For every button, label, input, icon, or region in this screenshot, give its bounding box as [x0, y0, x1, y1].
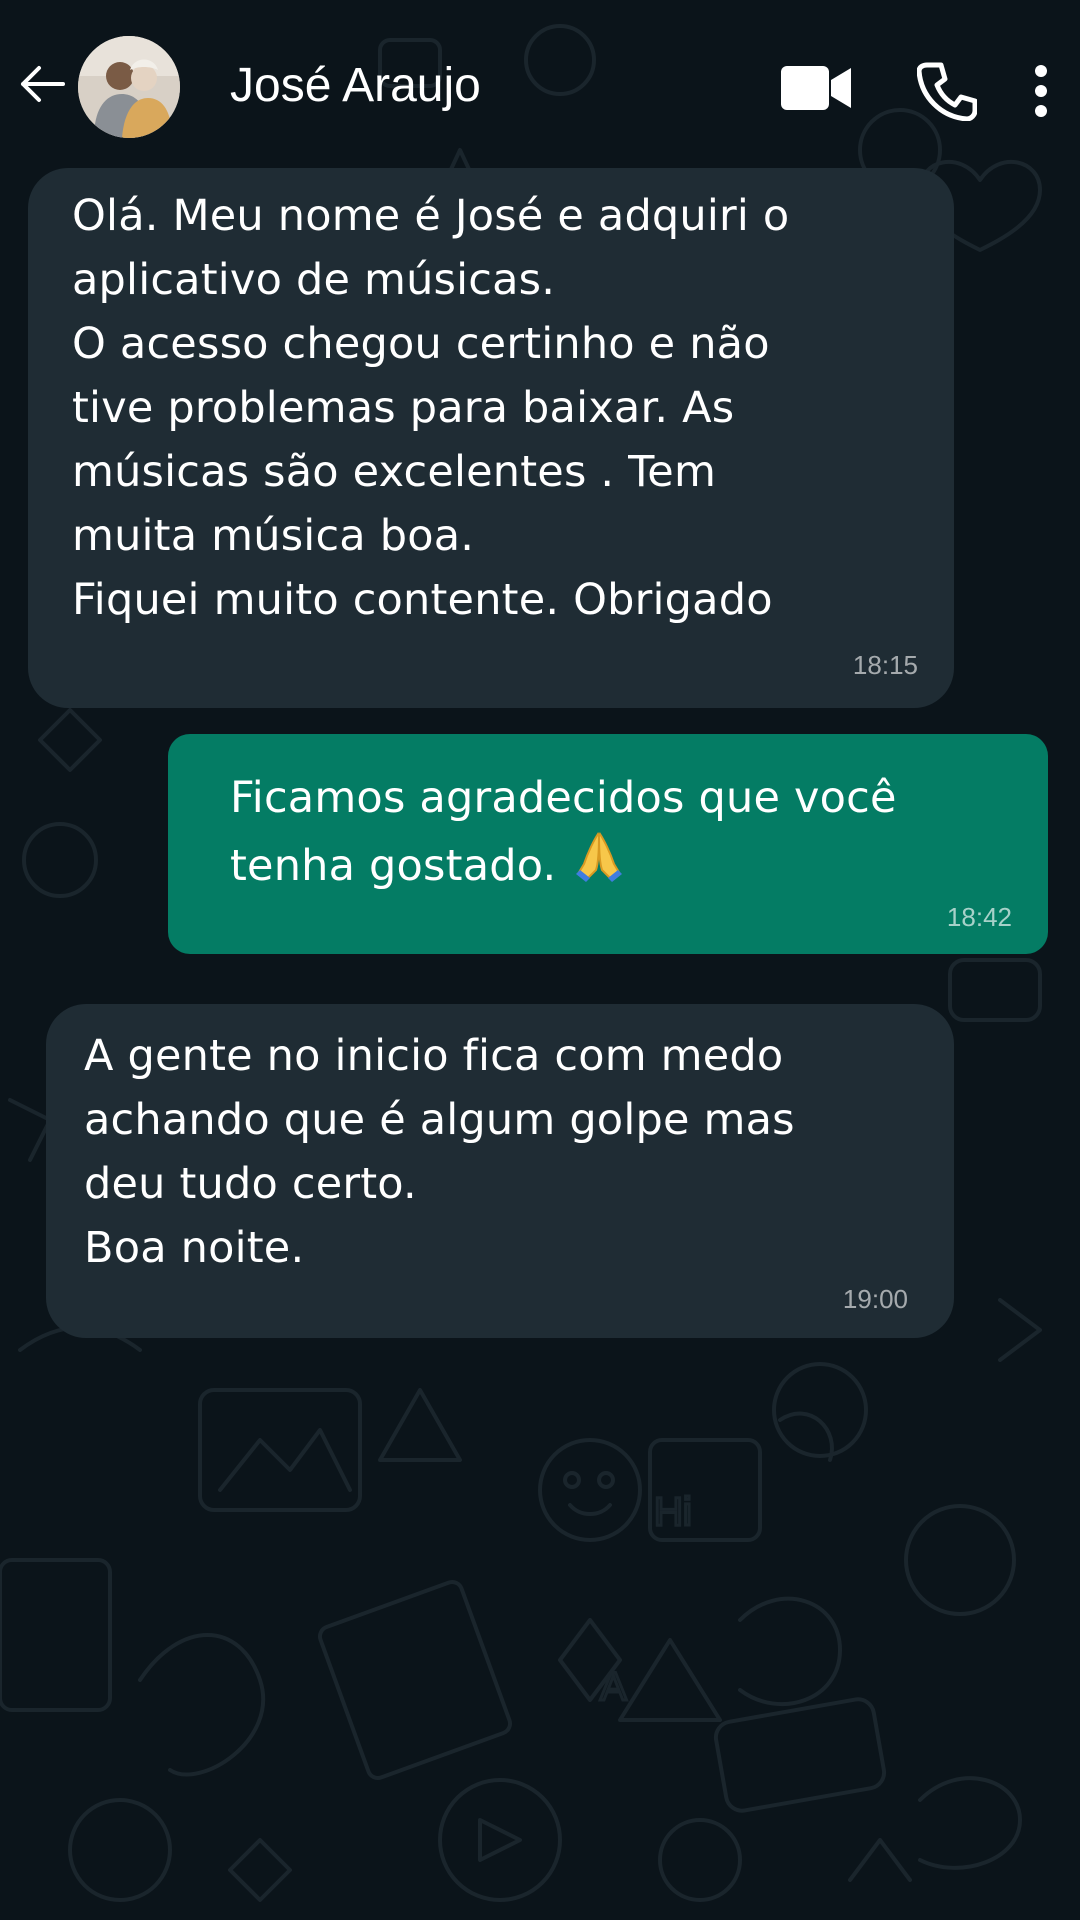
message-time: 18:15	[852, 650, 918, 680]
message-text: A gente no inicio fica com medo achando …	[84, 1031, 795, 1273]
back-button[interactable]	[14, 56, 70, 112]
avatar[interactable]	[78, 36, 180, 138]
svg-text:A: A	[600, 1665, 627, 1709]
message-bubble-incoming[interactable]: Olá. Meu nome é José e adquiri o aplicat…	[28, 168, 954, 708]
svg-text:Hi: Hi	[654, 1490, 692, 1534]
video-camera-icon	[781, 66, 851, 110]
message-time: 18:42	[946, 902, 1012, 932]
message-time: 19:00	[842, 1284, 908, 1314]
message-bubble-outgoing[interactable]: Ficamos agradecidos que você tenha gosta…	[168, 734, 1048, 954]
contact-name[interactable]: José Araujo	[230, 56, 481, 116]
message-text-content: Ficamos agradecidos que você tenha gosta…	[230, 773, 897, 891]
more-options-button[interactable]	[1018, 56, 1064, 126]
message-bubble-incoming[interactable]: A gente no inicio fica com medo achando …	[46, 1004, 954, 1338]
more-vertical-icon	[1035, 65, 1047, 117]
voice-call-button[interactable]	[912, 56, 982, 126]
contact-photo	[78, 36, 180, 138]
chat-header: José Araujo	[0, 0, 1080, 170]
folded-hands-icon	[574, 830, 624, 902]
message-text: Ficamos agradecidos que você tenha gosta…	[230, 766, 1030, 902]
message-text: Olá. Meu nome é José e adquiri o aplicat…	[72, 191, 790, 625]
video-call-button[interactable]	[778, 58, 854, 118]
phone-icon	[917, 62, 977, 121]
arrow-left-icon	[21, 66, 65, 102]
